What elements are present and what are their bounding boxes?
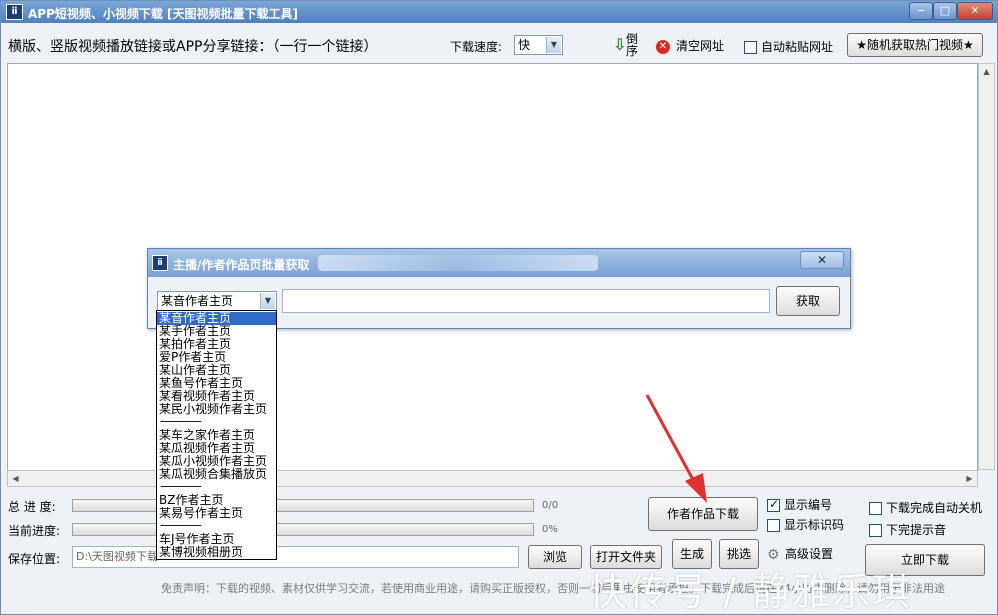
chevron-down-icon[interactable]: ▼ [546, 37, 561, 53]
fetch-button[interactable]: 获取 [776, 286, 840, 316]
scroll-up-icon[interactable]: ▲ [979, 64, 994, 79]
reverse-order-button[interactable]: ⇩ 倒序 [613, 33, 643, 57]
dropdown-option[interactable]: 某博视频相册页 [157, 546, 276, 559]
vertical-scrollbar[interactable]: ▲ [978, 63, 995, 470]
clear-urls-label: 清空网址 [676, 39, 725, 53]
clear-urls-button[interactable]: ✕ 清空网址 [656, 37, 724, 54]
scroll-right-icon[interactable]: ▶ [962, 471, 977, 486]
platform-select-value: 某音作者主页 [161, 294, 234, 308]
chevron-down-icon[interactable]: ▼ [260, 293, 275, 309]
dialog-title-bar[interactable]: ⅱ 主播/作者作品页批量获取 ✕ [148, 249, 850, 277]
speed-select[interactable]: 快 ▼ [514, 35, 563, 55]
watermark-text: 快传号 / 静雅乐琪 [589, 570, 912, 614]
show-idcode-option[interactable]: 显示标识码 [767, 516, 844, 533]
done-sound-checkbox[interactable] [869, 524, 882, 537]
advanced-settings-button[interactable]: ⚙ 高级设置 [767, 545, 833, 562]
dialog-app-icon: ⅱ [152, 255, 168, 271]
app-icon: ⅱ [6, 4, 23, 20]
arrow-down-icon: ⇩ [613, 35, 627, 54]
current-progress-label: 当前进度: [8, 524, 61, 538]
current-progress-value: 0% [542, 524, 558, 535]
reverse-order-label: 倒序 [626, 32, 639, 58]
dialog-title: 主播/作者作品页批量获取 [173, 258, 310, 272]
show-idcode-label: 显示标识码 [784, 518, 845, 532]
total-progress-label: 总 进 度: [8, 500, 56, 514]
autopaste-checkbox-box[interactable] [744, 41, 757, 54]
main-window: ⅱ APP短视频、小视频下载 [天图视频批量下载工具] − □ ✕ 横版、竖版视… [0, 0, 998, 615]
done-sound-label: 下完提示音 [886, 523, 947, 537]
annotation-arrow-line [645, 394, 699, 488]
scroll-left-icon[interactable]: ◀ [8, 471, 23, 486]
speed-label: 下载速度: [450, 40, 503, 54]
show-number-checkbox[interactable] [767, 497, 780, 512]
auto-shutdown-option[interactable]: 下载完成自动关机 [869, 499, 982, 516]
minimize-button[interactable]: − [909, 2, 933, 20]
autopaste-label: 自动粘贴网址 [761, 40, 834, 54]
auto-shutdown-checkbox[interactable] [869, 502, 882, 515]
annotation-arrow-head [685, 473, 707, 503]
show-number-label: 显示编号 [784, 498, 833, 512]
window-title: APP短视频、小视频下载 [天图视频批量下载工具] [28, 7, 299, 21]
dialog-close-button[interactable]: ✕ [800, 251, 844, 269]
platform-select[interactable]: 某音作者主页 ▼ [157, 291, 277, 311]
author-url-input[interactable] [282, 289, 770, 313]
save-path-input[interactable]: D:\天图视频下载 [72, 546, 519, 568]
platform-dropdown-list[interactable]: 某音作者主页 某手作者主页 某拍作者主页 爱P作者主页 某山作者主页 某鱼号作者主页 某看视… [156, 310, 277, 560]
current-progress-bar [72, 523, 534, 536]
total-progress-bar [72, 499, 534, 512]
horizontal-scrollbar[interactable]: ◀ ▶ [7, 470, 978, 487]
speed-select-value: 快 [518, 38, 531, 52]
close-button[interactable]: ✕ [957, 2, 993, 20]
done-sound-option[interactable]: 下完提示音 [869, 521, 946, 538]
clear-icon: ✕ [656, 39, 670, 54]
total-progress-value: 0/0 [542, 500, 559, 511]
title-bar[interactable]: ⅱ APP短视频、小视频下载 [天图视频批量下载工具] − □ ✕ [1, 1, 997, 23]
advanced-settings-label: 高级设置 [785, 547, 834, 561]
auto-shutdown-label: 下载完成自动关机 [886, 501, 983, 515]
annotation-arrow [645, 394, 707, 503]
show-idcode-checkbox[interactable] [767, 519, 780, 532]
show-number-option[interactable]: 显示编号 [767, 496, 832, 513]
link-instruction-label: 横版、竖版视频播放链接或APP分享链接：（一行一个链接） [8, 39, 378, 55]
dialog-blurred-region [318, 255, 598, 271]
save-location-label: 保存位置: [8, 552, 61, 566]
random-hot-videos-button[interactable]: ★随机获取热门视频★ [847, 33, 983, 57]
gear-icon: ⚙ [767, 546, 780, 563]
autopaste-checkbox[interactable]: 自动粘贴网址 [744, 38, 833, 55]
browse-button[interactable]: 浏览 [528, 545, 582, 569]
maximize-button[interactable]: □ [933, 2, 957, 20]
